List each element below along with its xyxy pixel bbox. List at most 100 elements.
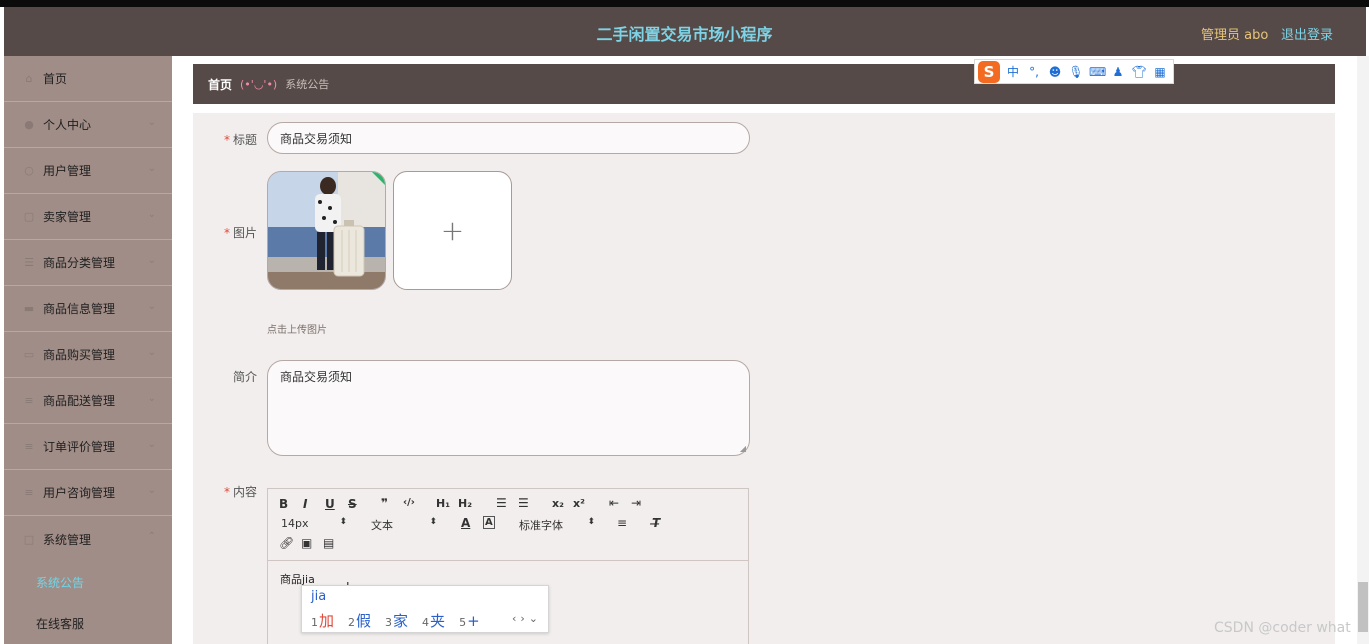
sogou-logo-icon[interactable]: S	[978, 60, 1000, 83]
window-top-strip	[0, 0, 1369, 7]
image-label: * 图片	[223, 226, 257, 240]
ime-mode-toggle[interactable]: 中	[1005, 63, 1021, 80]
indent-icon[interactable]: ⇥	[631, 496, 641, 510]
bold-icon[interactable]: B	[279, 497, 288, 511]
chevron-down-icon: ⌄	[147, 209, 156, 220]
sidebar-item-label: 系统管理	[43, 532, 92, 547]
sidebar-item-system[interactable]: □ 系统管理 ⌃	[4, 516, 172, 562]
image-icon[interactable]: ▣	[301, 536, 312, 550]
title-label: * 标题	[223, 133, 257, 147]
link-icon[interactable]: 🔗︎	[279, 536, 294, 550]
align-icon[interactable]: ≡	[617, 516, 627, 530]
sidebar-item-label: 商品购买管理	[43, 348, 116, 362]
sidebar-item-label: 个人中心	[43, 118, 92, 132]
ime-candidate[interactable]: 4夹	[422, 610, 445, 631]
title-input[interactable]: 商品交易须知	[267, 122, 750, 154]
sidebar-subitem-customer-service[interactable]: 在线客服	[4, 603, 172, 644]
code-icon[interactable]: ‹/›	[403, 497, 415, 508]
emoji-icon[interactable]: ☻	[1047, 65, 1063, 79]
font-size-select[interactable]: 14px ⬍	[281, 517, 347, 530]
strikethrough-icon[interactable]: S	[348, 497, 357, 511]
breadcrumb-emoticon: (•'◡'•)	[240, 77, 278, 91]
heading-2-icon[interactable]: H₂	[458, 497, 472, 510]
upload-hint: 点击上传图片	[267, 325, 327, 336]
breadcrumb-home[interactable]: 首页	[208, 76, 232, 93]
sidebar: ⌂ 首页 ● 个人中心 ⌄ ○ 用户管理 ⌄ ▢ 卖家管理 ⌄ ☰ 商品分类管理…	[4, 56, 172, 644]
user-icon: ●	[24, 118, 34, 131]
intro-textarea-value: 商品交易须知	[280, 370, 353, 384]
ime-candidate[interactable]: 2假	[348, 610, 371, 631]
superscript-icon[interactable]: x²	[573, 497, 585, 510]
background-color-icon[interactable]: A	[483, 516, 495, 529]
user-icon[interactable]: ♟	[1110, 65, 1126, 79]
skin-icon[interactable]: 👕︎	[1131, 65, 1147, 79]
ime-pinyin: jia	[311, 589, 327, 604]
bullet-list-icon[interactable]: ☰	[518, 496, 529, 510]
chat-icon: ≡	[24, 486, 34, 499]
sidebar-item-home[interactable]: ⌂ 首页	[4, 56, 172, 102]
chevron-down-icon: ⌄	[147, 439, 156, 450]
sidebar-item-consult[interactable]: ≡ 用户咨询管理 ⌄	[4, 470, 172, 516]
sidebar-item-profile[interactable]: ● 个人中心 ⌄	[4, 102, 172, 148]
sidebar-item-sellers[interactable]: ▢ 卖家管理 ⌄	[4, 194, 172, 240]
ordered-list-icon[interactable]: ☰	[496, 496, 507, 510]
chevron-down-icon: ⌄	[147, 255, 156, 266]
chevron-down-icon: ⌄	[147, 301, 156, 312]
video-icon[interactable]: ▤	[323, 536, 334, 550]
sidebar-item-delivery[interactable]: ≡ 商品配送管理 ⌄	[4, 378, 172, 424]
sidebar-item-purchases[interactable]: ▭ 商品购买管理 ⌄	[4, 332, 172, 378]
subscript-icon[interactable]: x₂	[552, 497, 564, 510]
quote-icon[interactable]: ❞	[381, 496, 388, 510]
main-content: 首页 (•'◡'•) 系统公告 * 标题 商品交易须知 * 图片 + 点击上传图…	[172, 56, 1357, 644]
ime-candidate[interactable]: 5+	[459, 612, 480, 630]
page-scrollbar[interactable]	[1357, 56, 1369, 644]
intro-textarea[interactable]: 商品交易须知 ◢	[267, 360, 750, 456]
underline-icon[interactable]: U	[325, 497, 335, 511]
goods-icon: ▬	[23, 302, 35, 315]
ime-page-nav[interactable]: ‹›⌄	[512, 612, 542, 625]
sidebar-item-label: 商品信息管理	[43, 302, 116, 316]
clear-format-icon[interactable]: T̶	[652, 516, 660, 530]
scrollbar-thumb[interactable]	[1358, 582, 1368, 632]
sidebar-subitem-announcements[interactable]: 系统公告	[4, 562, 172, 603]
ime-candidate[interactable]: 3家	[385, 610, 408, 631]
italic-icon[interactable]: I	[303, 497, 307, 511]
admin-label: 管理员 abo	[1201, 28, 1269, 43]
users-icon: ○	[24, 164, 34, 177]
apps-grid-icon[interactable]: ▦	[1152, 65, 1168, 79]
resize-handle-icon[interactable]: ◢	[740, 444, 746, 453]
select-arrow-icon: ⬍	[339, 517, 347, 527]
sidebar-item-categories[interactable]: ☰ 商品分类管理 ⌄	[4, 240, 172, 286]
microphone-icon[interactable]: 🎙︎	[1068, 65, 1084, 79]
store-icon: ▢	[23, 210, 35, 223]
uploaded-image-thumbnail[interactable]	[267, 171, 386, 290]
editor-toolbar: B I U S ❞ ‹/› H₁ H₂ ☰ ☰ x₂ x² ⇤ ⇥ 14px ⬍ …	[268, 489, 748, 561]
ime-candidates: 1加 2假 3家 4夹 5+	[311, 610, 480, 631]
chevron-down-icon: ⌄	[147, 485, 156, 496]
sidebar-item-label: 首页	[43, 72, 68, 86]
upload-image-button[interactable]: +	[393, 171, 512, 290]
chevron-right-icon: ›	[520, 612, 529, 625]
category-icon: ☰	[24, 256, 34, 269]
sidebar-item-users[interactable]: ○ 用户管理 ⌄	[4, 148, 172, 194]
logout-button[interactable]: 退出登录	[1281, 24, 1333, 43]
chevron-down-icon: ⌄	[147, 163, 156, 174]
font-family-select[interactable]: 标准字体 ⬍	[519, 517, 595, 533]
heading-1-icon[interactable]: H₁	[436, 497, 450, 510]
ime-punctuation-toggle[interactable]: °,	[1026, 65, 1042, 79]
keyboard-icon[interactable]: ⌨	[1089, 65, 1106, 79]
settings-icon: □	[23, 532, 35, 546]
sidebar-item-label: 商品分类管理	[43, 256, 116, 270]
sidebar-item-label: 订单评价管理	[43, 440, 116, 454]
chevron-up-icon: ⌃	[147, 531, 156, 542]
font-color-icon[interactable]: A	[461, 516, 470, 530]
title-input-value: 商品交易须知	[280, 131, 353, 146]
sidebar-item-label: 用户咨询管理	[43, 486, 116, 500]
outdent-icon[interactable]: ⇤	[609, 496, 619, 510]
sidebar-item-reviews[interactable]: ≡ 订单评价管理 ⌄	[4, 424, 172, 470]
sidebar-item-label: 用户管理	[43, 164, 92, 178]
ime-candidate[interactable]: 1加	[311, 610, 334, 631]
watermark: CSDN @coder what	[1214, 620, 1351, 636]
text-style-select[interactable]: 文本 ⬍	[371, 517, 437, 533]
sidebar-item-goods[interactable]: ▬ 商品信息管理 ⌄	[4, 286, 172, 332]
